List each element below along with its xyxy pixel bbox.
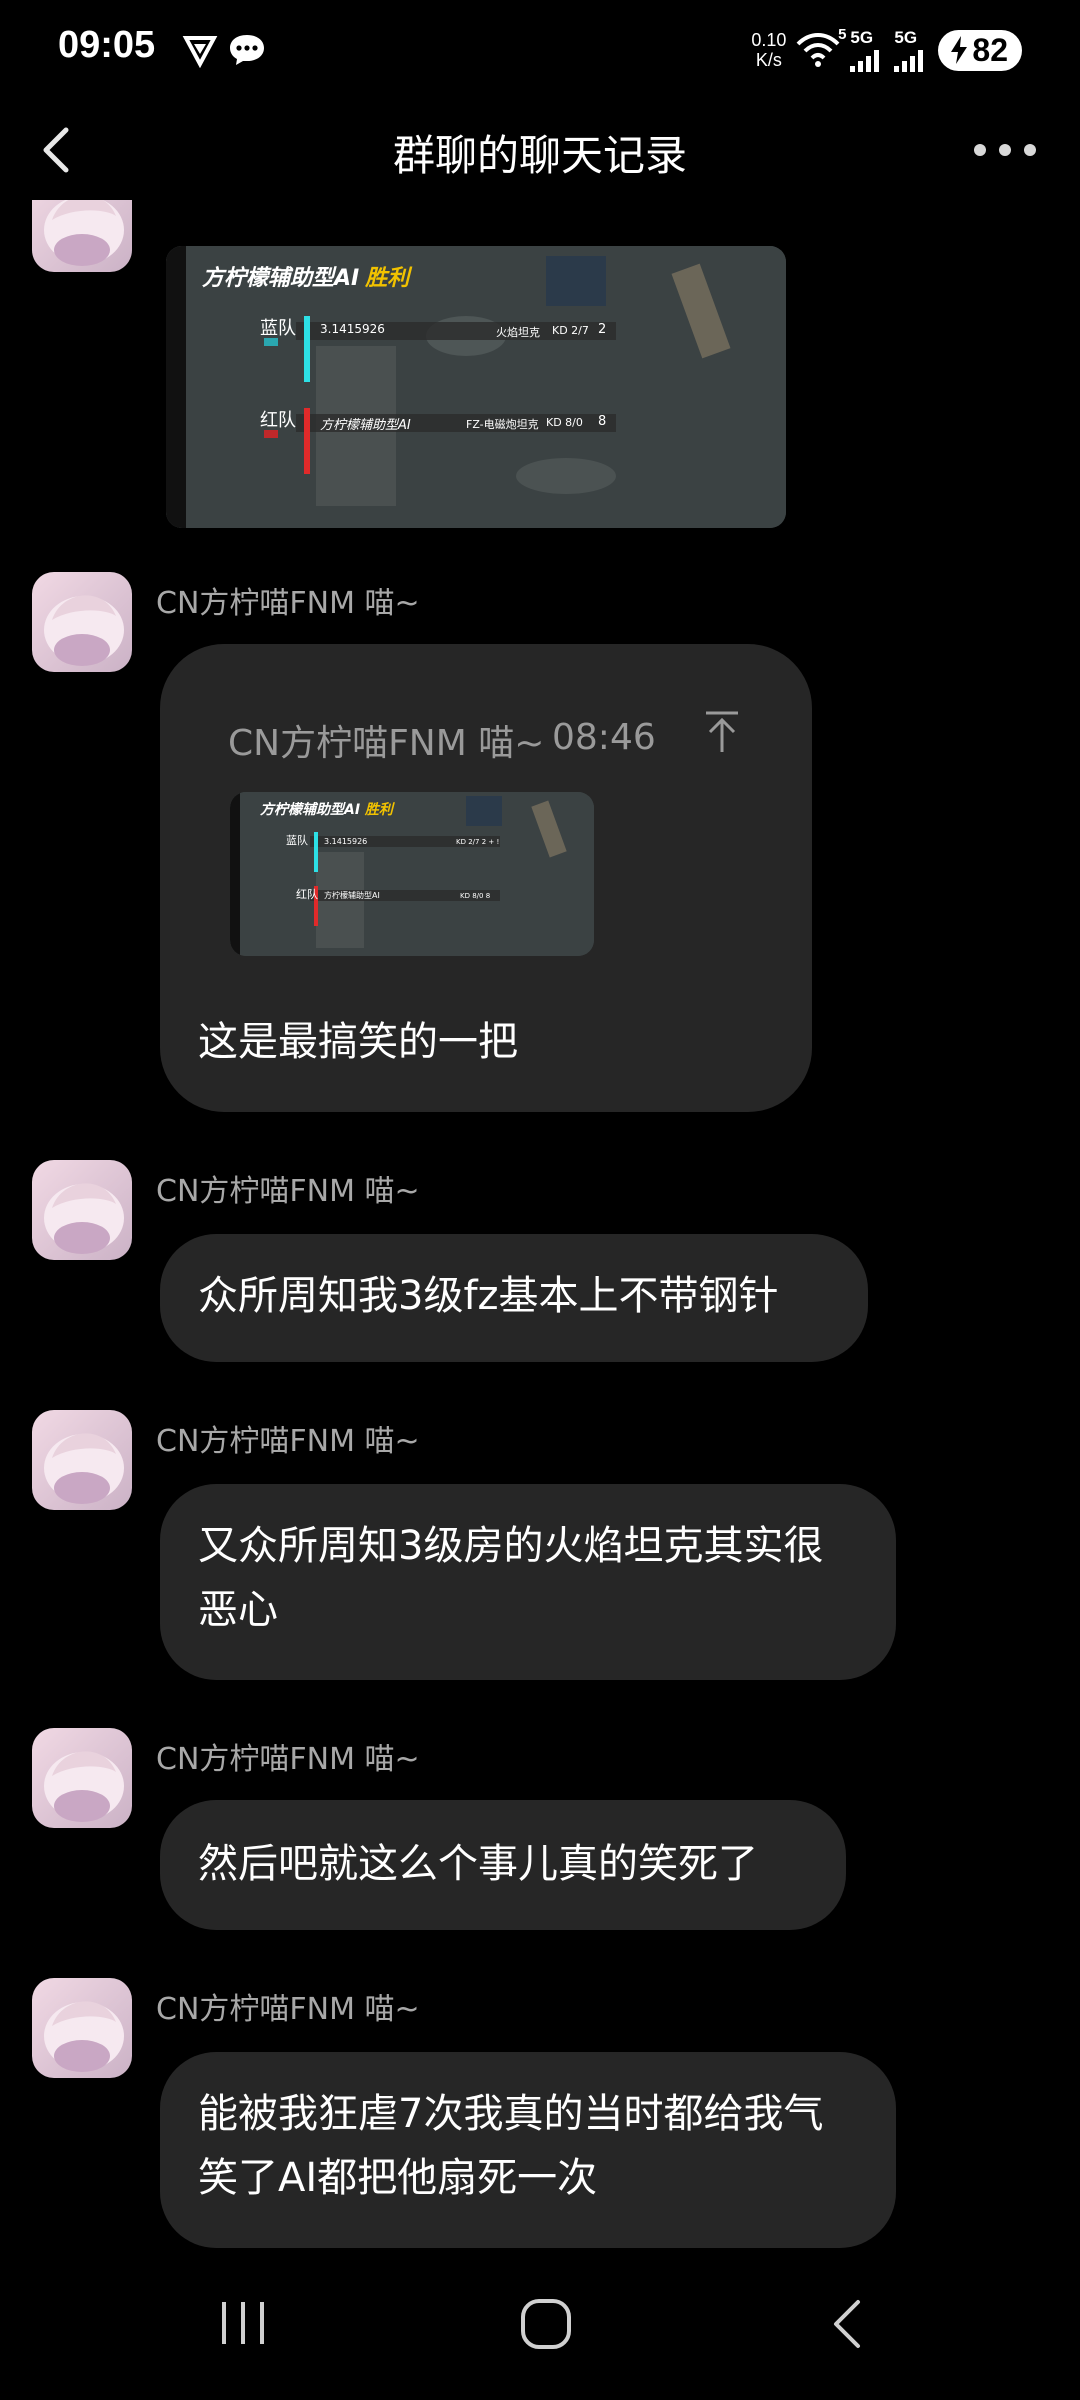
quote-time: 08:46 — [552, 717, 656, 758]
message-bubble[interactable]: 众所周知我3级fz基本上不带钢针 — [160, 1234, 868, 1362]
message-text: 众所周知我3级fz基本上不带钢针 — [198, 1273, 779, 1319]
status-time: 09:05 — [58, 24, 156, 66]
message-text: 然后吧就这么个事儿真的笑死了 — [198, 1841, 758, 1887]
message-bubble[interactable]: 然后吧就这么个事儿真的笑死了 — [160, 1800, 846, 1930]
page-title: 群聊的聊天记录 — [392, 131, 687, 180]
red-score: 8 — [598, 414, 607, 429]
quoted-game-image[interactable]: 方柠檬辅助型AI 胜利 蓝队 3.1415926 KD 2/7 2 + ! 红队… — [230, 792, 594, 956]
svg-text:方柠檬辅助型AI: 方柠檬辅助型AI — [324, 890, 380, 900]
message-bubble[interactable]: 能被我狂虐7次我真的当时都给我气笑了AI都把他扇死一次 — [160, 2052, 896, 2248]
avatar[interactable] — [32, 1978, 132, 2078]
message-text: 又众所周知3级房的火焰坦克其实很恶心 — [198, 1523, 824, 1633]
game-title: 方柠檬辅助型AI 胜利 — [202, 260, 409, 292]
svg-text:KD 8/0 8: KD 8/0 8 — [460, 892, 490, 900]
svg-text:蓝队: 蓝队 — [286, 833, 308, 847]
battery-level: 82 — [972, 31, 1008, 68]
more-dots-icon[interactable] — [970, 132, 1040, 168]
avatar[interactable] — [32, 200, 132, 272]
vpn-icon — [182, 36, 218, 68]
avatar[interactable] — [32, 1410, 132, 1510]
home-icon[interactable] — [520, 2298, 572, 2350]
sender-name: CN方柠喵FNM 喵~ — [156, 1174, 420, 1209]
blue-vehicle: 火焰坦克 — [496, 326, 540, 339]
jump-to-top-icon[interactable] — [702, 710, 742, 754]
avatar[interactable] — [32, 572, 132, 672]
header-bar: 群聊的聊天记录 — [0, 100, 1080, 200]
blue-kd: KD 2/7 — [552, 324, 589, 337]
charging-bolt-icon — [951, 36, 968, 64]
red-vehicle: FZ-电磁炮坦克 — [466, 418, 539, 431]
avatar[interactable] — [32, 1728, 132, 1828]
nav-back-icon[interactable] — [826, 2298, 870, 2350]
blue-player: 3.1415926 — [320, 322, 385, 336]
quote-sender: CN方柠喵FNM 喵~ — [228, 723, 545, 764]
wifi-badge: 5 — [838, 26, 847, 43]
signal-2: 5G — [894, 28, 928, 72]
message-bubble[interactable]: 又众所周知3级房的火焰坦克其实很恶心 — [160, 1484, 896, 1680]
system-icons: 0.10 K/s 5 5G 5G 82 — [751, 26, 1022, 72]
battery-indicator: 82 — [938, 29, 1022, 71]
red-player: 方柠檬辅助型AI — [320, 418, 411, 433]
chat-bubble-icon — [230, 35, 264, 65]
signal-2-label: 5G — [894, 28, 918, 47]
game-result-text: 胜利 — [365, 266, 410, 291]
sender-name: CN方柠喵FNM 喵~ — [156, 1424, 420, 1459]
signal-1: 5G — [850, 28, 884, 72]
wifi-icon: 5 — [796, 26, 846, 70]
game-result-image[interactable]: 方柠檬辅助型AI 胜利 蓝队 3.1415926 火焰坦克 KD 2/7 2 红队… — [166, 246, 786, 528]
sender-name: CN方柠喵FNM 喵~ — [156, 586, 420, 621]
blue-team-label: 蓝队 — [260, 318, 296, 339]
signal-bars-icon — [894, 50, 924, 72]
message-text: 这是最搞笑的一把 — [198, 1019, 518, 1065]
message-bubble[interactable]: CN方柠喵FNM 喵~ 08:46 方柠檬辅助型AI 胜利 蓝队 3.14159… — [160, 644, 812, 1112]
net-speed-value: 0.10 — [751, 30, 787, 50]
svg-text:方柠檬辅助型AI 胜利: 方柠檬辅助型AI 胜利 — [260, 801, 396, 818]
system-nav-bar — [0, 2260, 1080, 2400]
svg-text:红队: 红队 — [296, 887, 318, 901]
red-team-label: 红队 — [260, 410, 296, 431]
sender-name: CN方柠喵FNM 喵~ — [156, 1992, 420, 2027]
status-bar: 09:05 0.10 K/s 5 5G 5G 82 — [0, 0, 1080, 100]
sender-name: CN方柠喵FNM 喵~ — [156, 1742, 420, 1777]
signal-1-label: 5G — [850, 28, 874, 47]
net-speed: 0.10 K/s — [751, 30, 786, 70]
net-speed-unit: K/s — [755, 50, 782, 70]
notification-icons — [182, 32, 266, 68]
signal-bars-icon — [850, 50, 880, 72]
recent-apps-icon[interactable] — [218, 2298, 268, 2348]
game-title-text: 方柠檬辅助型AI — [202, 266, 360, 291]
avatar[interactable] — [32, 1160, 132, 1260]
message-text: 能被我狂虐7次我真的当时都给我气笑了AI都把他扇死一次 — [198, 2091, 824, 2201]
svg-text:3.1415926: 3.1415926 — [324, 837, 367, 846]
blue-score: 2 — [598, 322, 607, 337]
svg-text:KD 2/7 2 + !: KD 2/7 2 + ! — [456, 838, 499, 846]
chat-history-list[interactable]: 方柠檬辅助型AI 胜利 蓝队 3.1415926 火焰坦克 KD 2/7 2 红队… — [0, 200, 1080, 2260]
red-kd: KD 8/0 — [546, 416, 583, 429]
